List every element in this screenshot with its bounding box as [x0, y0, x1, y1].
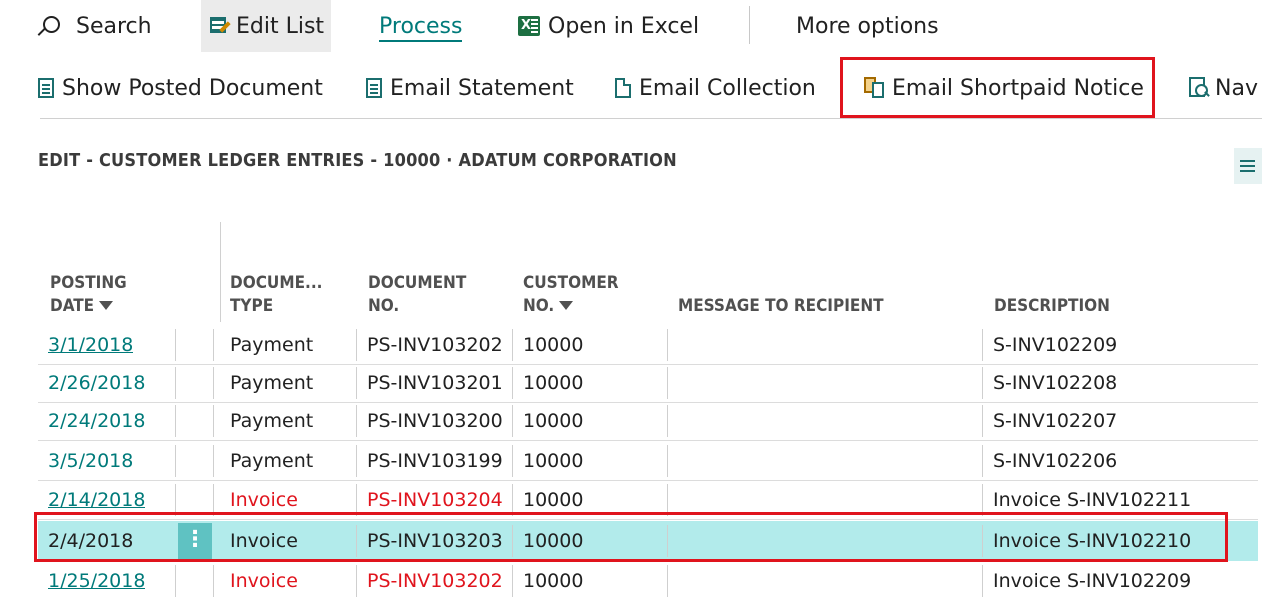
document-type-cell: Invoice: [230, 570, 298, 592]
document-type-cell: Payment: [230, 372, 314, 394]
document-no-cell: PS-INV103202: [367, 570, 503, 592]
search-button[interactable]: Search: [37, 0, 152, 52]
customer-no-cell: 10000: [523, 570, 584, 592]
column-description[interactable]: DESCRIPTION: [994, 295, 1110, 318]
column-document-type[interactable]: DOCUME... TYPE: [230, 272, 322, 318]
navigate-label: Nav: [1215, 75, 1258, 101]
description-header: DESCRIPTION: [994, 296, 1110, 316]
customer-no-header-line2: NO.: [523, 296, 555, 316]
search-icon: [37, 16, 60, 36]
page-icon: [615, 78, 631, 98]
customer-no-cell: 10000: [523, 334, 584, 356]
highlight-selected-row: [34, 512, 1228, 562]
toolbar-separator: [749, 6, 750, 44]
table-row[interactable]: 2/24/2018 Payment PS-INV103200 10000 S-I…: [38, 401, 1258, 441]
document-type-header-line2: TYPE: [230, 296, 274, 316]
email-collection-label: Email Collection: [639, 75, 816, 101]
customer-no-cell: 10000: [523, 450, 584, 472]
excel-icon: X: [518, 16, 540, 36]
posting-date-cell[interactable]: 2/24/2018: [48, 401, 145, 441]
document-icon: [366, 78, 382, 98]
show-posted-document-label: Show Posted Document: [62, 75, 323, 101]
page-title: EDIT - CUSTOMER LEDGER ENTRIES - 10000 ·…: [38, 150, 677, 171]
description-cell: S-INV102208: [993, 372, 1118, 394]
email-statement-button[interactable]: Email Statement: [366, 68, 574, 108]
customer-no-cell: 10000: [523, 410, 584, 432]
column-message-to-recipient[interactable]: MESSAGE TO RECIPIENT: [678, 295, 884, 318]
description-cell: S-INV102207: [993, 410, 1118, 432]
list-view-button[interactable]: [1234, 148, 1262, 184]
navigate-button[interactable]: Nav: [1189, 68, 1258, 108]
show-posted-document-button[interactable]: Show Posted Document: [38, 68, 323, 108]
description-cell: S-INV102206: [993, 450, 1118, 472]
edit-list-icon: [210, 17, 231, 35]
document-icon: [38, 78, 54, 98]
table-row[interactable]: 3/5/2018 Payment PS-INV103199 10000 S-IN…: [38, 441, 1258, 481]
posting-date-header-line1: POSTING: [50, 273, 127, 293]
posting-date-cell[interactable]: 1/25/2018: [48, 561, 145, 601]
document-no-cell: PS-INV103200: [367, 410, 503, 432]
edit-list-label: Edit List: [236, 13, 325, 39]
document-no-cell: PS-INV103199: [367, 450, 503, 472]
highlight-shortpaid-notice: [840, 57, 1155, 118]
customer-no-cell: 10000: [523, 372, 584, 394]
email-collection-button[interactable]: Email Collection: [615, 68, 816, 108]
document-type-cell: Payment: [230, 410, 314, 432]
table-row[interactable]: 3/1/2018 Payment PS-INV103202 10000 S-IN…: [38, 325, 1258, 365]
more-options-label: More options: [796, 13, 939, 39]
open-in-excel-label: Open in Excel: [548, 13, 700, 39]
document-no-cell: PS-INV103201: [367, 372, 503, 394]
description-cell: Invoice S-INV102209: [993, 570, 1192, 592]
document-no-header-line2: NO.: [368, 296, 400, 316]
filter-icon: [559, 301, 574, 310]
document-type-cell: Payment: [230, 450, 314, 472]
more-options-button[interactable]: More options: [796, 0, 939, 52]
column-customer-no[interactable]: CUSTOMER NO.: [523, 272, 619, 318]
navigate-icon: [1189, 77, 1210, 99]
table-row[interactable]: 2/26/2018 Payment PS-INV103201 10000 S-I…: [38, 363, 1258, 403]
posting-date-cell[interactable]: 3/5/2018: [48, 441, 133, 481]
document-no-cell: PS-INV103202: [367, 334, 503, 356]
column-resize-line: [220, 222, 221, 322]
posting-date-header-line2: DATE: [50, 296, 95, 316]
column-posting-date[interactable]: POSTING DATE: [50, 272, 127, 318]
search-label: Search: [76, 13, 152, 39]
toolbar-divider: [40, 118, 1262, 119]
posting-date-cell[interactable]: 2/26/2018: [48, 363, 145, 403]
tab-process[interactable]: Process: [379, 0, 463, 52]
document-type-header-line1: DOCUME...: [230, 273, 323, 293]
posting-date-cell[interactable]: 3/1/2018: [48, 325, 133, 365]
table-row[interactable]: 1/25/2018 Invoice PS-INV103202 10000 Inv…: [38, 561, 1258, 601]
process-label: Process: [379, 13, 463, 39]
top-toolbar: Search Edit List Process X Open in Excel…: [0, 0, 1262, 52]
column-document-no[interactable]: DOCUMENT NO.: [368, 272, 466, 318]
document-type-cell: Payment: [230, 334, 314, 356]
list-view-icon: [1240, 160, 1255, 162]
customer-no-header-line1: CUSTOMER: [523, 273, 619, 293]
filter-icon: [99, 301, 114, 310]
open-in-excel-button[interactable]: X Open in Excel: [518, 0, 699, 52]
active-tab-underline: [379, 40, 463, 42]
email-statement-label: Email Statement: [390, 75, 574, 101]
message-header: MESSAGE TO RECIPIENT: [678, 296, 884, 316]
description-cell: S-INV102209: [993, 334, 1118, 356]
edit-list-button[interactable]: Edit List: [201, 0, 331, 52]
document-no-header-line1: DOCUMENT: [368, 273, 467, 293]
